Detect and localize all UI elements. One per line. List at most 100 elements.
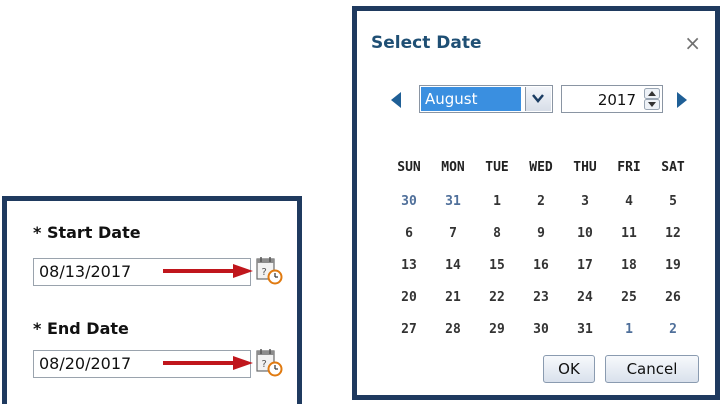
day-cell[interactable]: 8 <box>475 219 519 249</box>
day-number: 21 <box>445 290 461 305</box>
day-number: 16 <box>533 258 549 273</box>
day-cell[interactable]: 12 <box>651 219 695 249</box>
today-day-cell[interactable]: 1 <box>475 187 519 217</box>
day-number: 31 <box>577 322 593 337</box>
day-cell[interactable]: 5 <box>651 187 695 217</box>
end-date-label: * End Date <box>33 319 129 338</box>
day-cell[interactable]: 14 <box>431 251 475 281</box>
day-of-week: SAT <box>661 160 685 175</box>
day-cell[interactable]: 31 <box>431 187 475 217</box>
day-cell[interactable]: 16 <box>519 251 563 281</box>
spinner-up-icon[interactable] <box>644 88 660 99</box>
day-cell[interactable]: 4 <box>607 187 651 217</box>
day-number: 30 <box>401 194 417 209</box>
day-number: 24 <box>577 290 593 305</box>
day-cell[interactable]: 27 <box>387 315 431 345</box>
day-of-week: THU <box>573 160 597 175</box>
day-cell[interactable]: 11 <box>607 219 651 249</box>
close-icon[interactable]: × <box>684 31 701 55</box>
day-number: 1 <box>493 194 501 209</box>
day-cell[interactable]: 30 <box>387 187 431 217</box>
day-cell[interactable]: 2 <box>651 315 695 345</box>
day-number: 1 <box>625 322 633 337</box>
day-cell[interactable]: 18 <box>607 251 651 281</box>
day-number: 3 <box>581 194 589 209</box>
day-number: 27 <box>401 322 417 337</box>
spinner-down-icon[interactable] <box>644 99 660 110</box>
calendar-week-row: 27 28 29 30 31 1 2 <box>387 315 695 345</box>
day-cell[interactable]: 29 <box>475 315 519 345</box>
day-of-week: TUE <box>485 160 509 175</box>
day-number: 18 <box>621 258 637 273</box>
day-cell[interactable]: 28 <box>431 315 475 345</box>
day-number: 29 <box>489 322 505 337</box>
day-cell[interactable]: 7 <box>431 219 475 249</box>
day-number: 25 <box>621 290 637 305</box>
day-number: 20 <box>401 290 417 305</box>
calendar-week-row: 6 7 8 9 10 11 12 <box>387 219 695 249</box>
day-cell[interactable]: 23 <box>519 283 563 313</box>
day-number: 11 <box>621 226 637 241</box>
day-cell[interactable]: 15 <box>475 251 519 281</box>
day-cell[interactable]: 10 <box>563 219 607 249</box>
calendar-week-row: 13 14 15 16 17 18 19 <box>387 251 695 281</box>
svg-text:?: ? <box>262 267 267 278</box>
next-month-icon[interactable] <box>675 91 689 109</box>
month-value: August <box>421 87 521 111</box>
day-number: 22 <box>489 290 505 305</box>
day-number: 5 <box>669 194 677 209</box>
cancel-button[interactable]: Cancel <box>605 355 699 383</box>
day-number: 26 <box>665 290 681 305</box>
dialog-title: Select Date <box>371 33 482 53</box>
days-of-week-header: SUN MON TUE WED THU FRI SAT <box>387 153 695 183</box>
day-number: 23 <box>533 290 549 305</box>
day-number: 2 <box>537 194 545 209</box>
day-number: 15 <box>489 258 505 273</box>
day-cell[interactable]: 30 <box>519 315 563 345</box>
chevron-down-icon <box>532 94 544 103</box>
select-date-dialog: Select Date × August 2017 SUN MON TUE WE… <box>352 6 720 400</box>
day-number: 8 <box>493 226 501 241</box>
day-cell[interactable]: 6 <box>387 219 431 249</box>
day-of-week: FRI <box>617 160 641 175</box>
day-number: 13 <box>401 258 417 273</box>
year-value: 2017 <box>597 91 636 109</box>
month-select[interactable]: August <box>419 85 553 113</box>
day-number: 14 <box>445 258 461 273</box>
day-cell[interactable]: 1 <box>607 315 651 345</box>
day-cell[interactable]: 24 <box>563 283 607 313</box>
red-arrow-icon <box>163 356 253 370</box>
day-cell[interactable]: 21 <box>431 283 475 313</box>
ok-button[interactable]: OK <box>543 355 595 383</box>
day-cell[interactable]: 31 <box>563 315 607 345</box>
day-number: 7 <box>449 226 457 241</box>
calendar-week-row: 20 21 22 23 24 25 26 <box>387 283 695 313</box>
day-number: 31 <box>445 194 461 209</box>
day-number: 4 <box>625 194 633 209</box>
day-cell[interactable]: 19 <box>651 251 695 281</box>
calendar-clock-icon[interactable]: ? <box>255 255 283 285</box>
day-cell[interactable]: 22 <box>475 283 519 313</box>
day-cell[interactable]: 3 <box>563 187 607 217</box>
month-dropdown-button[interactable] <box>525 87 551 111</box>
day-cell[interactable]: 2 <box>519 187 563 217</box>
day-number: 17 <box>577 258 593 273</box>
day-cell[interactable]: 17 <box>563 251 607 281</box>
previous-month-icon[interactable] <box>389 91 403 109</box>
day-number: 12 <box>665 226 681 241</box>
date-range-form: * Start Date 08/13/2017 ? * End Date 08/… <box>2 196 302 404</box>
day-of-week: WED <box>529 160 553 175</box>
day-number: 28 <box>445 322 461 337</box>
day-cell[interactable]: 13 <box>387 251 431 281</box>
day-cell[interactable]: 9 <box>519 219 563 249</box>
selected-day-cell[interactable]: 25 <box>607 283 651 313</box>
day-of-week: SUN <box>397 160 421 175</box>
calendar-week-row: 30 31 1 2 3 4 5 <box>387 187 695 217</box>
year-spinner[interactable]: 2017 <box>561 85 663 113</box>
day-cell[interactable]: 26 <box>651 283 695 313</box>
calendar-clock-icon[interactable]: ? <box>255 347 283 377</box>
day-number: 30 <box>533 322 549 337</box>
day-number: 9 <box>537 226 545 241</box>
day-cell[interactable]: 20 <box>387 283 431 313</box>
svg-text:?: ? <box>262 359 267 370</box>
